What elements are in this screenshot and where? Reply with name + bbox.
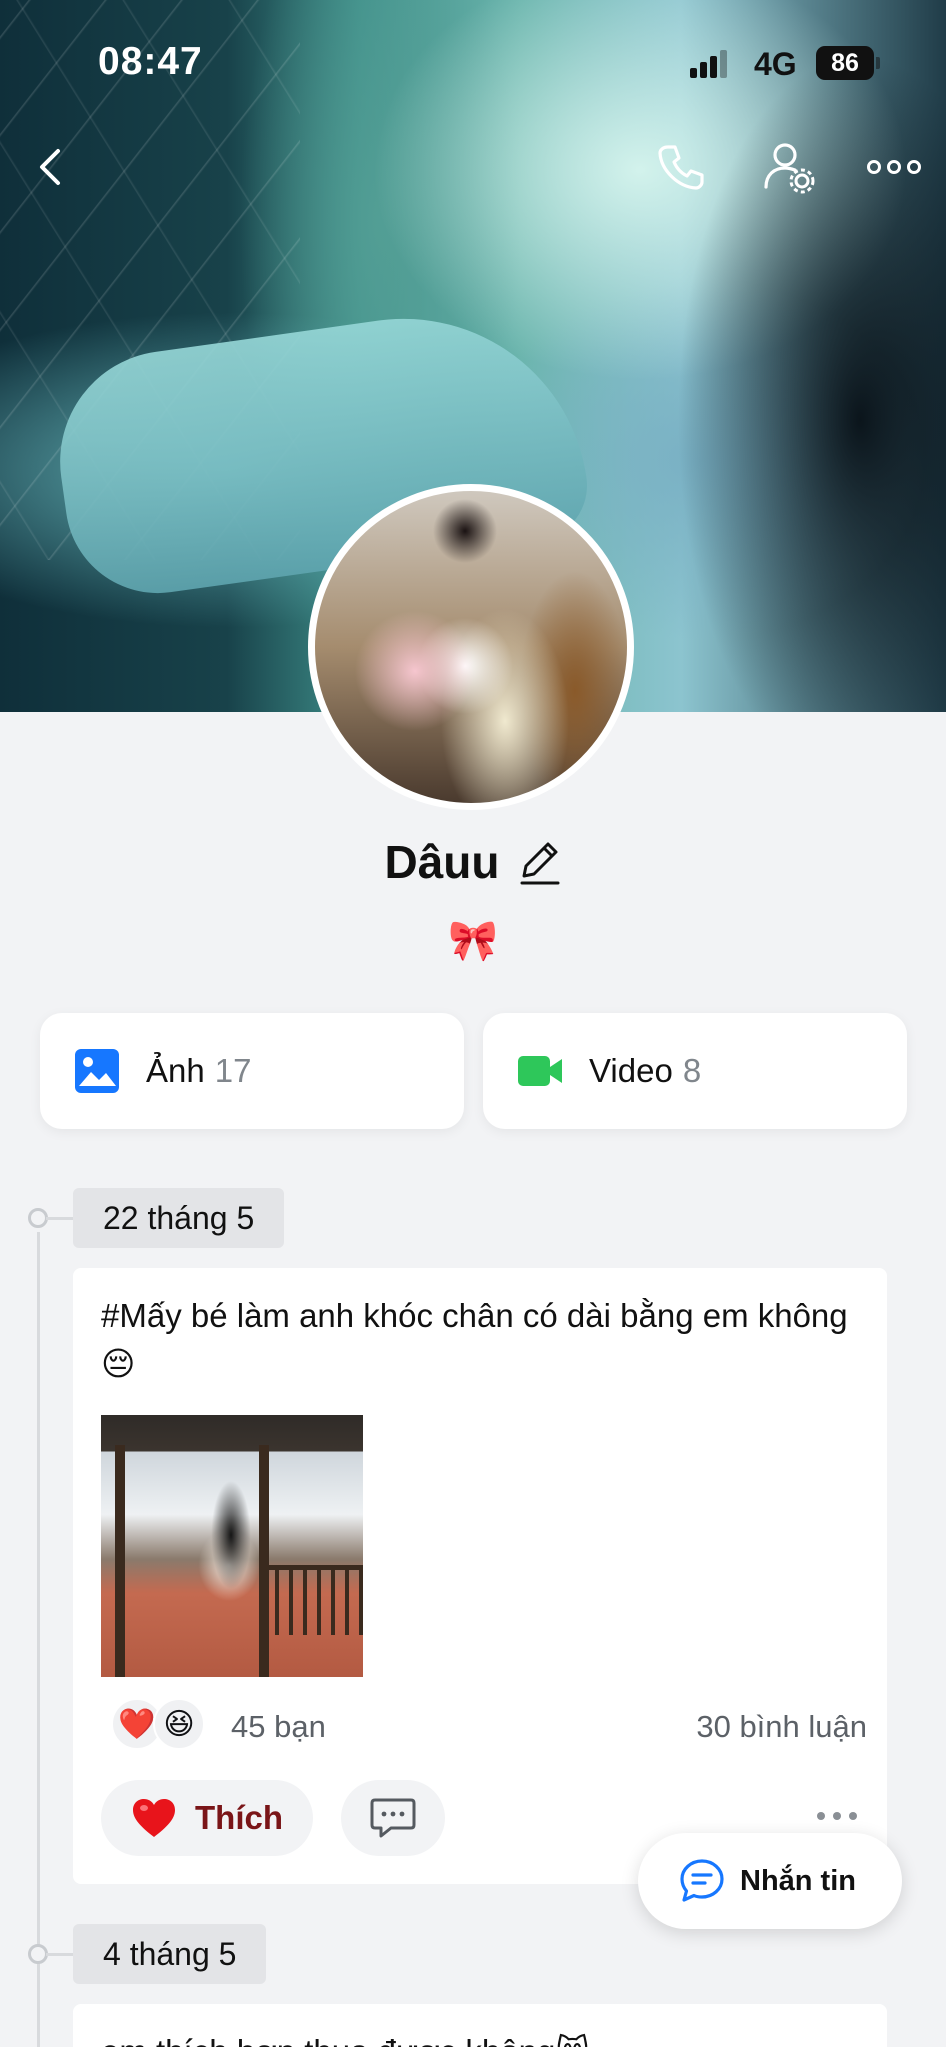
timeline-dot bbox=[28, 1944, 48, 1964]
bio-ribbon-icon: 🎀 bbox=[448, 919, 498, 963]
heart-icon bbox=[133, 1799, 175, 1837]
like-button[interactable]: Thích bbox=[101, 1780, 313, 1856]
timeline-tick bbox=[46, 1217, 74, 1220]
reaction-icons[interactable]: ❤️ 😆 bbox=[111, 1698, 205, 1750]
timeline-line bbox=[37, 1232, 40, 2047]
profile-name-row: Dâuu bbox=[0, 830, 946, 894]
battery-cap bbox=[876, 57, 880, 69]
comment-count[interactable]: 30 bình luận bbox=[696, 1709, 867, 1745]
video-icon bbox=[518, 1056, 562, 1086]
profile-page: 08:47 4G 86 Dâuu 🎀 Ảnh 17 Video 8 22 thá… bbox=[0, 0, 946, 2047]
photos-count: 17 bbox=[214, 1052, 252, 1089]
date-chip: 4 tháng 5 bbox=[73, 1924, 267, 1984]
battery-icon: 86 bbox=[816, 46, 874, 80]
videos-label: Video bbox=[589, 1052, 673, 1089]
network-type: 4G bbox=[754, 46, 797, 82]
status-bar: 08:47 4G 86 bbox=[0, 0, 946, 120]
laugh-reaction-icon: 😆 bbox=[153, 1698, 205, 1750]
signal-icon bbox=[690, 50, 730, 78]
post-more-icon[interactable] bbox=[815, 1808, 859, 1824]
comment-icon bbox=[370, 1798, 416, 1838]
message-button[interactable]: Nhắn tin bbox=[638, 1833, 902, 1929]
videos-button[interactable]: Video 8 bbox=[483, 1013, 907, 1129]
videos-count: 8 bbox=[682, 1052, 702, 1089]
photo-icon bbox=[75, 1049, 119, 1093]
message-label: Nhắn tin bbox=[740, 1864, 856, 1897]
photo-pillar bbox=[259, 1445, 269, 1677]
chat-bubble-icon bbox=[680, 1859, 724, 1902]
photo-railing bbox=[261, 1565, 363, 1635]
photo-pillar bbox=[115, 1445, 125, 1677]
comment-button[interactable] bbox=[341, 1780, 445, 1856]
post-text: em thích hơn thua được không😸 bbox=[101, 2028, 590, 2047]
timeline-tick bbox=[46, 1953, 74, 1956]
like-label: Thích bbox=[195, 1799, 283, 1836]
avatar[interactable] bbox=[308, 484, 634, 810]
user-settings-icon[interactable] bbox=[758, 137, 818, 197]
reaction-count[interactable]: 45 bạn bbox=[231, 1709, 326, 1745]
post-photo[interactable] bbox=[101, 1415, 363, 1677]
status-time: 08:47 bbox=[98, 40, 203, 83]
post-card[interactable]: #Mấy bé làm anh khóc chân có dài bằng em… bbox=[73, 1268, 887, 1884]
edit-pencil-icon[interactable] bbox=[518, 838, 562, 886]
more-icon[interactable] bbox=[864, 137, 924, 197]
post-text: #Mấy bé làm anh khóc chân có dài bằng em… bbox=[101, 1297, 848, 1382]
photos-label: Ảnh bbox=[146, 1052, 205, 1089]
phone-icon[interactable] bbox=[650, 137, 710, 197]
timeline-dot bbox=[28, 1208, 48, 1228]
photos-button[interactable]: Ảnh 17 bbox=[40, 1013, 464, 1129]
post-card[interactable]: em thích hơn thua được không😸 bbox=[73, 2004, 887, 2047]
back-icon[interactable] bbox=[22, 137, 82, 197]
date-chip: 22 tháng 5 bbox=[73, 1188, 285, 1248]
profile-name: Dâuu bbox=[384, 836, 500, 888]
